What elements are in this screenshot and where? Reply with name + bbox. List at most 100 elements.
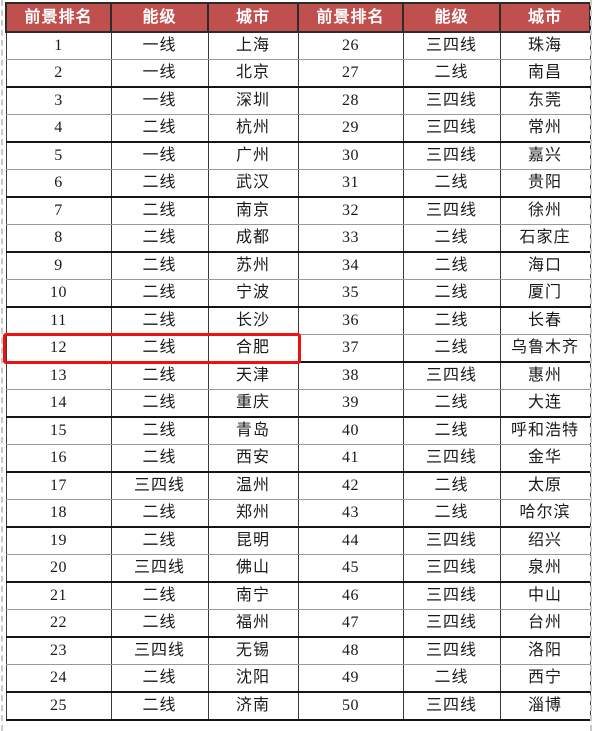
cell-rank-right: 37 <box>297 334 404 363</box>
cell-rank-left: 4 <box>5 114 112 143</box>
cell-rank-right: 29 <box>297 114 404 143</box>
table-row[interactable]: 6 二线 武汉 31 二线 贵阳 <box>5 169 591 198</box>
cell-rank-left: 21 <box>5 581 112 610</box>
table-row[interactable]: 3 一线 深圳 28 三四线 东莞 <box>5 86 591 115</box>
cell-tier-left: 二线 <box>110 499 209 528</box>
table-row[interactable]: 21 二线 南宁 46 三四线 中山 <box>5 581 591 610</box>
cell-rank-right: 30 <box>297 141 404 170</box>
cell-city-left: 北京 <box>207 59 299 88</box>
cell-city-left: 佛山 <box>207 554 299 583</box>
cell-tier-right: 二线 <box>402 59 501 88</box>
column-header-city-right: 城市 <box>499 2 591 33</box>
table-row[interactable]: 7 二线 南京 32 三四线 徐州 <box>5 196 591 225</box>
cell-rank-left: 25 <box>5 691 112 721</box>
cell-rank-right: 36 <box>297 306 404 335</box>
cell-tier-left: 二线 <box>110 526 209 555</box>
table-row[interactable]: 18 二线 郑州 43 二线 哈尔滨 <box>5 499 591 528</box>
cell-tier-right: 二线 <box>402 251 501 280</box>
cell-tier-left: 二线 <box>110 251 209 280</box>
cell-tier-right: 二线 <box>402 471 501 500</box>
cell-rank-right: 47 <box>297 609 404 638</box>
cell-tier-right: 二线 <box>402 169 501 198</box>
cell-rank-right: 45 <box>297 554 404 583</box>
page-canvas: 前景排名 能级 城市 前景排名 能级 城市 1 一线 上海 26 三四线 珠海 2 一线 北京 2… <box>0 0 594 731</box>
cell-tier-left: 二线 <box>110 389 209 418</box>
column-header-rank-left: 前景排名 <box>5 2 112 33</box>
cell-city-left: 济南 <box>207 691 299 721</box>
table-row[interactable]: 22 二线 福州 47 三四线 台州 <box>5 609 591 638</box>
cell-city-left: 天津 <box>207 361 299 390</box>
table-row[interactable]: 9 二线 苏州 34 二线 海口 <box>5 251 591 280</box>
cell-rank-right: 34 <box>297 251 404 280</box>
cell-tier-left: 三四线 <box>110 554 209 583</box>
cell-city-right: 哈尔滨 <box>499 499 591 528</box>
column-header-city-left: 城市 <box>207 2 299 33</box>
cell-city-right: 绍兴 <box>499 526 591 555</box>
cell-city-right: 徐州 <box>499 196 591 225</box>
cell-city-left: 西安 <box>207 444 299 473</box>
table-row[interactable]: 25 二线 济南 50 三四线 淄博 <box>5 691 591 721</box>
cell-rank-left: 9 <box>5 251 112 280</box>
table-row[interactable]: 17 三四线 温州 42 二线 太原 <box>5 471 591 500</box>
cell-rank-left: 18 <box>5 499 112 528</box>
table-row[interactable]: 2 一线 北京 27 二线 南昌 <box>5 59 591 88</box>
cell-city-right: 常州 <box>499 114 591 143</box>
header-row: 前景排名 能级 城市 前景排名 能级 城市 <box>5 2 591 33</box>
table-row[interactable]: 10 二线 宁波 35 二线 厦门 <box>5 279 591 308</box>
cell-tier-right: 三四线 <box>402 141 501 170</box>
cell-city-right: 呼和浩特 <box>499 416 591 445</box>
cell-city-right: 大连 <box>499 389 591 418</box>
cell-rank-right: 41 <box>297 444 404 473</box>
table-row[interactable]: 11 二线 长沙 36 二线 长春 <box>5 306 591 335</box>
table-row[interactable]: 14 二线 重庆 39 二线 大连 <box>5 389 591 418</box>
table-header: 前景排名 能级 城市 前景排名 能级 城市 <box>5 2 591 33</box>
cell-tier-right: 三四线 <box>402 581 501 610</box>
cell-city-right: 中山 <box>499 581 591 610</box>
table-row[interactable]: 13 二线 天津 38 三四线 惠州 <box>5 361 591 390</box>
cell-rank-left: 15 <box>5 416 112 445</box>
table-row[interactable]: 12 二线 合肥 37 二线 乌鲁木齐 <box>5 334 591 363</box>
cell-tier-right: 三四线 <box>402 31 501 60</box>
cell-tier-right: 二线 <box>402 389 501 418</box>
table-row[interactable]: 15 二线 青岛 40 二线 呼和浩特 <box>5 416 591 445</box>
city-prospect-ranking-table: 前景排名 能级 城市 前景排名 能级 城市 1 一线 上海 26 三四线 珠海 2 一线 北京 2… <box>5 2 591 721</box>
table-row[interactable]: 23 三四线 无锡 48 三四线 洛阳 <box>5 636 591 665</box>
cell-city-right: 东莞 <box>499 86 591 115</box>
cell-city-right: 长春 <box>499 306 591 335</box>
cell-tier-right: 三四线 <box>402 554 501 583</box>
cell-tier-right: 三四线 <box>402 114 501 143</box>
cell-tier-left: 二线 <box>110 361 209 390</box>
table-row[interactable]: 19 二线 昆明 44 三四线 绍兴 <box>5 526 591 555</box>
cell-tier-left: 二线 <box>110 169 209 198</box>
cell-city-right: 泉州 <box>499 554 591 583</box>
cell-rank-right: 46 <box>297 581 404 610</box>
cell-city-right: 太原 <box>499 471 591 500</box>
cell-rank-left: 3 <box>5 86 112 115</box>
cell-rank-right: 48 <box>297 636 404 665</box>
table-row[interactable]: 16 二线 西安 41 三四线 金华 <box>5 444 591 473</box>
cell-rank-left: 23 <box>5 636 112 665</box>
table-row[interactable]: 1 一线 上海 26 三四线 珠海 <box>5 31 591 60</box>
cell-rank-left: 10 <box>5 279 112 308</box>
cell-rank-right: 32 <box>297 196 404 225</box>
cell-rank-right: 35 <box>297 279 404 308</box>
table-row[interactable]: 20 三四线 佛山 45 三四线 泉州 <box>5 554 591 583</box>
table-row[interactable]: 5 一线 广州 30 三四线 嘉兴 <box>5 141 591 170</box>
table-row[interactable]: 8 二线 成都 33 二线 石家庄 <box>5 224 591 253</box>
table-row[interactable]: 4 二线 杭州 29 三四线 常州 <box>5 114 591 143</box>
cell-tier-left: 二线 <box>110 691 209 721</box>
cell-city-left: 长沙 <box>207 306 299 335</box>
cell-tier-left: 一线 <box>110 141 209 170</box>
cell-rank-left: 12 <box>5 334 112 363</box>
cell-tier-right: 二线 <box>402 334 501 363</box>
cell-rank-left: 17 <box>5 471 112 500</box>
cell-city-left: 重庆 <box>207 389 299 418</box>
cell-tier-left: 一线 <box>110 59 209 88</box>
cell-rank-right: 44 <box>297 526 404 555</box>
cell-rank-left: 13 <box>5 361 112 390</box>
column-header-tier-left: 能级 <box>110 2 209 33</box>
table-row[interactable]: 24 二线 沈阳 49 二线 西宁 <box>5 664 591 693</box>
cell-city-right: 贵阳 <box>499 169 591 198</box>
cell-rank-left: 22 <box>5 609 112 638</box>
cell-tier-right: 三四线 <box>402 361 501 390</box>
